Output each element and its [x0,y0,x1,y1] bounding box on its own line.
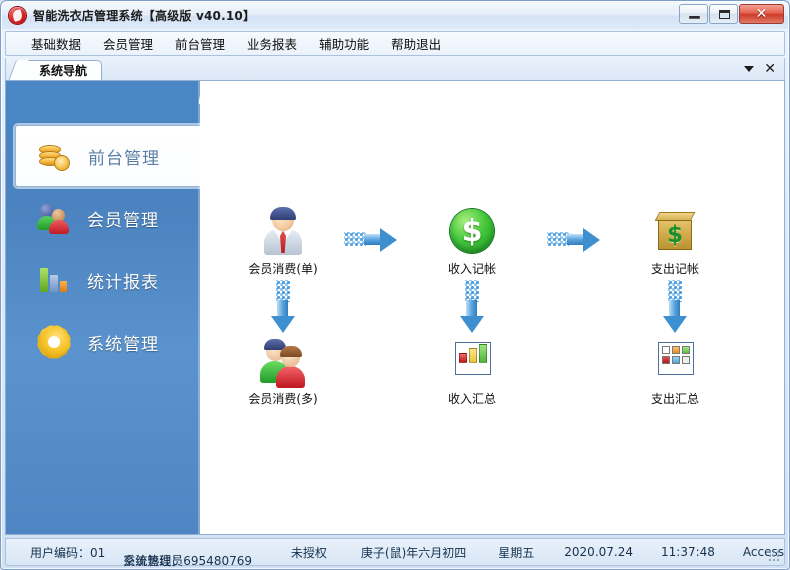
menu-item-basic-data[interactable]: 基础数据 [20,31,92,56]
green-dollar-coin-icon: $ [448,207,496,255]
arrow-down-icon [271,280,295,334]
status-time: 11:37:48 [661,545,715,559]
status-date: 2020.07.24 [564,545,633,559]
status-lunar-date: 庚子(鼠)年六月初四 [360,545,467,560]
flow-node-label: 会员消费(单) [248,262,318,276]
window-controls: ✕ [679,4,784,24]
flow-node-label: 会员消费(多) [248,392,318,406]
flow-node-expense-record[interactable]: $ 支出记帐 [615,207,735,277]
arrow-right-icon [547,227,603,252]
bar-chart-window-icon [448,337,496,385]
person-single-icon [259,207,307,255]
tab-tools: ✕ [744,60,776,78]
client-area: 前台管理 会员管理 统计报表 系统管理 会员消费(单) $ 收入记帐 $ 支出记… [5,80,785,535]
close-button[interactable]: ✕ [739,4,784,24]
maximize-button[interactable] [709,4,738,24]
maximize-icon [719,10,730,19]
tab-strip: 系统导航 ✕ [5,58,785,80]
flow-node-expense-summary[interactable]: 支出汇总 [615,337,735,407]
arrow-right-icon [344,227,400,252]
flow-node-income-record[interactable]: $ 收入记帐 [412,207,532,277]
gold-box-dollar-icon: $ [651,207,699,255]
title-bar: 智能洗衣店管理系统【高级版 v40.10】 ✕ [2,2,788,29]
menu-item-help-exit[interactable]: 帮助退出 [380,31,452,56]
status-weekday: 星期五 [498,545,535,560]
menu-bar: 基础数据 会员管理 前台管理 业务报表 辅助功能 帮助退出 [5,31,785,56]
person-multi-icon [259,337,307,388]
window-title: 智能洗衣店管理系统【高级版 v40.10】 [33,9,256,23]
arrow-down-icon [663,280,687,334]
flame-logo-icon [9,7,26,24]
status-user-code: 用户编码：01 [30,545,106,560]
status-bar: 用户编码：01 系统管理员 交流热线：695480769 未授权 庚子(鼠)年六… [5,538,785,568]
resize-grip-icon[interactable] [768,550,780,562]
flow-node-label: 收入汇总 [447,392,496,406]
menu-item-front-desk[interactable]: 前台管理 [164,31,236,56]
status-hotline: 交流热线：695480769 [123,554,252,568]
arrow-down-icon [460,280,484,334]
menu-item-aux-functions[interactable]: 辅助功能 [308,31,380,56]
minimize-icon [689,16,700,19]
status-license: 未授权 [290,545,327,560]
flow-node-income-summary[interactable]: 收入汇总 [412,337,532,407]
tab-system-navigation[interactable]: 系统导航 [20,60,103,80]
chevron-down-icon[interactable] [744,66,755,72]
flow-node-label: 支出记帐 [650,262,699,276]
flow-node-label: 收入记帐 [447,262,496,276]
minimize-button[interactable] [679,4,708,24]
flow-node-label: 支出汇总 [650,392,699,406]
tab-close-icon[interactable]: ✕ [764,62,776,76]
menu-item-member-mgmt[interactable]: 会员管理 [92,31,164,56]
application-window: 智能洗衣店管理系统【高级版 v40.10】 ✕ 基础数据 会员管理 前台管理 业… [0,0,790,570]
menu-item-business-report[interactable]: 业务报表 [236,31,308,56]
close-icon: ✕ [755,6,768,22]
grid-window-icon [651,337,699,385]
flow-node-member-consume-single[interactable]: 会员消费(单) [223,207,343,277]
flow-node-member-consume-multi[interactable]: 会员消费(多) [223,337,343,407]
workflow-diagram: 会员消费(单) $ 收入记帐 $ 支出记帐 会员消费(多) 收入汇总 支出汇总 [6,81,784,534]
